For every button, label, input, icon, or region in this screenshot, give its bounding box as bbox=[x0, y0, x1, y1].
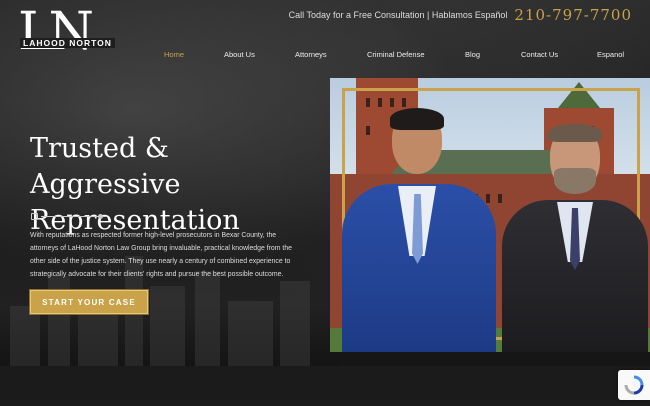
decorative-divider bbox=[30, 213, 110, 221]
recaptcha-icon bbox=[624, 375, 644, 395]
hero-description: With reputations as respected former hig… bbox=[30, 232, 292, 278]
attorneys-photo bbox=[330, 78, 650, 352]
hero-headline: Trusted & Aggressive Representation bbox=[30, 131, 320, 239]
footer-strip bbox=[0, 366, 650, 406]
nav-item-attorneys[interactable]: Attorneys bbox=[295, 50, 327, 59]
headline-line-1: Trusted & Aggressive bbox=[30, 133, 181, 200]
logo-firm-name: LAHOOD NORTON bbox=[20, 38, 115, 48]
header-contact: Call Today for a Free Consultation | Hab… bbox=[289, 6, 632, 24]
nav-item-contact-us[interactable]: Contact Us bbox=[521, 50, 558, 59]
start-your-case-button[interactable]: START YOUR CASE bbox=[29, 289, 149, 315]
nav-item-criminal-defense[interactable]: Criminal Defense bbox=[367, 50, 425, 59]
attorney-right bbox=[502, 124, 648, 352]
consultation-text: Call Today for a Free Consultation | Hab… bbox=[288, 10, 508, 20]
recaptcha-badge[interactable] bbox=[618, 370, 650, 400]
nav-item-espanol[interactable]: Espanol bbox=[597, 50, 624, 59]
phone-number-link[interactable]: 210-797-7700 bbox=[514, 6, 632, 24]
nav-item-about-us[interactable]: About Us bbox=[224, 50, 255, 59]
site-logo[interactable]: LN LAHOOD NORTON bbox=[18, 4, 123, 60]
nav-item-blog[interactable]: Blog bbox=[465, 50, 480, 59]
nav-item-home[interactable]: Home bbox=[164, 50, 184, 59]
attorney-left bbox=[338, 108, 498, 352]
logo-monogram: LN bbox=[18, 2, 94, 62]
main-navigation: Home About Us Attorneys Criminal Defense… bbox=[164, 50, 632, 62]
